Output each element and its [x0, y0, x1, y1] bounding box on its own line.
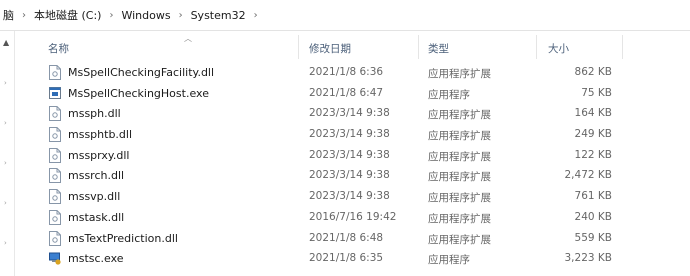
file-size: 559 KB [574, 231, 612, 244]
file-type: 应用程序 [428, 254, 470, 267]
column-header-type[interactable]: 类型 [428, 41, 449, 56]
breadcrumb-separator-icon[interactable]: › [173, 10, 189, 21]
breadcrumb-separator-icon[interactable]: › [103, 10, 119, 21]
dll-file-icon [49, 230, 61, 246]
expand-chevron-icon[interactable]: › [4, 119, 7, 127]
file-list: MsSpellCheckingFacility.dll 2021/1/8 6:36… [14, 63, 690, 270]
dll-file-icon [49, 209, 61, 225]
file-row[interactable]: mssph.dll 2023/3/14 9:38 应用程序扩展 164 KB [14, 104, 690, 125]
column-divider[interactable] [622, 35, 623, 59]
address-bar[interactable]: 脑 › 本地磁盘 (C:) › Windows › System32 › [0, 0, 690, 31]
file-modified-date: 2021/1/8 6:48 [309, 231, 384, 244]
file-name: mssph.dll [68, 107, 121, 121]
breadcrumb-windows[interactable]: Windows [119, 9, 172, 22]
file-type: 应用程序扩展 [428, 233, 491, 246]
file-size: 2,472 KB [564, 169, 613, 182]
file-name: mssphtb.dll [68, 128, 133, 142]
file-modified-date: 2021/1/8 6:35 [309, 252, 384, 265]
file-type: 应用程序扩展 [428, 109, 491, 122]
file-modified-date: 2016/7/16 19:42 [309, 210, 397, 223]
column-header-name[interactable]: 名称 [48, 41, 69, 56]
column-header-row: ︿ 名称 修改日期 类型 大小 [14, 31, 690, 63]
column-header-size[interactable]: 大小 [548, 41, 569, 56]
file-modified-date: 2021/1/8 6:36 [309, 66, 384, 78]
dll-file-icon [49, 147, 61, 163]
expand-chevron-icon[interactable]: › [4, 79, 7, 87]
column-divider[interactable] [298, 35, 299, 59]
file-modified-date: 2023/3/14 9:38 [309, 190, 390, 203]
file-type: 应用程序扩展 [428, 68, 491, 80]
breadcrumb-local-disk[interactable]: 本地磁盘 (C:) [32, 7, 103, 23]
file-name: MsSpellCheckingFacility.dll [68, 66, 215, 79]
file-row[interactable]: mssphtb.dll 2023/3/14 9:38 应用程序扩展 249 KB [14, 125, 690, 146]
file-modified-date: 2023/3/14 9:38 [309, 128, 390, 141]
column-divider[interactable] [536, 35, 537, 59]
dll-file-icon [49, 168, 61, 184]
expand-chevron-icon[interactable]: › [4, 199, 7, 207]
breadcrumb-system32[interactable]: System32 [189, 9, 248, 22]
file-name: msTextPrediction.dll [68, 231, 178, 245]
file-size: 862 KB [574, 66, 612, 78]
exe-app-icon [49, 86, 61, 99]
file-size: 122 KB [574, 148, 612, 161]
file-row[interactable]: msTextPrediction.dll 2021/1/8 6:48 应用程序扩展 5… [14, 229, 690, 250]
scroll-up-icon[interactable]: ▲ [3, 38, 9, 47]
file-name: mstask.dll [68, 210, 125, 224]
file-modified-date: 2021/1/8 6:47 [309, 86, 384, 99]
file-type: 应用程序扩展 [428, 212, 491, 225]
file-row[interactable]: MsSpellCheckingFacility.dll 2021/1/8 6:36… [14, 63, 690, 84]
file-row[interactable]: mssvp.dll 2023/3/14 9:38 应用程序扩展 761 KB [14, 187, 690, 208]
expand-chevron-icon[interactable]: › [4, 239, 7, 247]
file-row[interactable]: MsSpellCheckingHost.exe 2021/1/8 6:47 应用程序… [14, 84, 690, 105]
breadcrumb-separator-icon[interactable]: › [248, 10, 264, 21]
file-size: 164 KB [574, 107, 612, 120]
file-name: mssrch.dll [68, 169, 125, 183]
file-size: 75 KB [581, 86, 612, 99]
file-name: mssvp.dll [68, 190, 121, 204]
column-header-date[interactable]: 修改日期 [309, 41, 351, 56]
dll-file-icon [49, 65, 61, 80]
file-row[interactable]: mstask.dll 2016/7/16 19:42 应用程序扩展 240 KB [14, 208, 690, 229]
file-modified-date: 2023/3/14 9:38 [309, 169, 390, 182]
file-row[interactable]: mssrch.dll 2023/3/14 9:38 应用程序扩展 2,472 KB [14, 166, 690, 187]
dll-file-icon [49, 127, 61, 143]
file-modified-date: 2023/3/14 9:38 [309, 107, 390, 120]
file-size: 240 KB [574, 210, 612, 223]
sort-ascending-icon: ︿ [184, 34, 192, 43]
file-size: 3,223 KB [564, 252, 613, 265]
file-row[interactable]: mssprxy.dll 2023/3/14 9:38 应用程序扩展 122 KB [14, 146, 690, 167]
file-size: 761 KB [574, 190, 612, 203]
expand-chevron-icon[interactable]: › [4, 159, 7, 167]
dll-file-icon [49, 189, 61, 205]
column-divider[interactable] [418, 35, 419, 59]
file-type: 应用程序 [428, 88, 470, 101]
navigation-pane-edge[interactable]: ▲ › › › › › [0, 31, 15, 276]
breadcrumb-separator-icon[interactable]: › [16, 10, 32, 21]
file-size: 249 KB [574, 128, 612, 141]
file-type: 应用程序扩展 [428, 150, 491, 163]
file-type: 应用程序扩展 [428, 192, 491, 205]
remote-desktop-icon [49, 252, 61, 265]
file-name: mstsc.exe [68, 252, 124, 266]
file-modified-date: 2023/3/14 9:38 [309, 148, 390, 161]
file-type: 应用程序扩展 [428, 130, 491, 143]
file-type: 应用程序扩展 [428, 171, 491, 184]
breadcrumb-this-pc[interactable]: 脑 [0, 7, 16, 23]
file-name: mssprxy.dll [68, 148, 130, 162]
dll-file-icon [49, 106, 61, 122]
file-name: MsSpellCheckingHost.exe [68, 86, 209, 100]
file-row[interactable]: mstsc.exe 2021/1/8 6:35 应用程序 3,223 KB [14, 249, 690, 270]
file-explorer-window: 脑 › 本地磁盘 (C:) › Windows › System32 › ▲ ›… [0, 0, 690, 276]
